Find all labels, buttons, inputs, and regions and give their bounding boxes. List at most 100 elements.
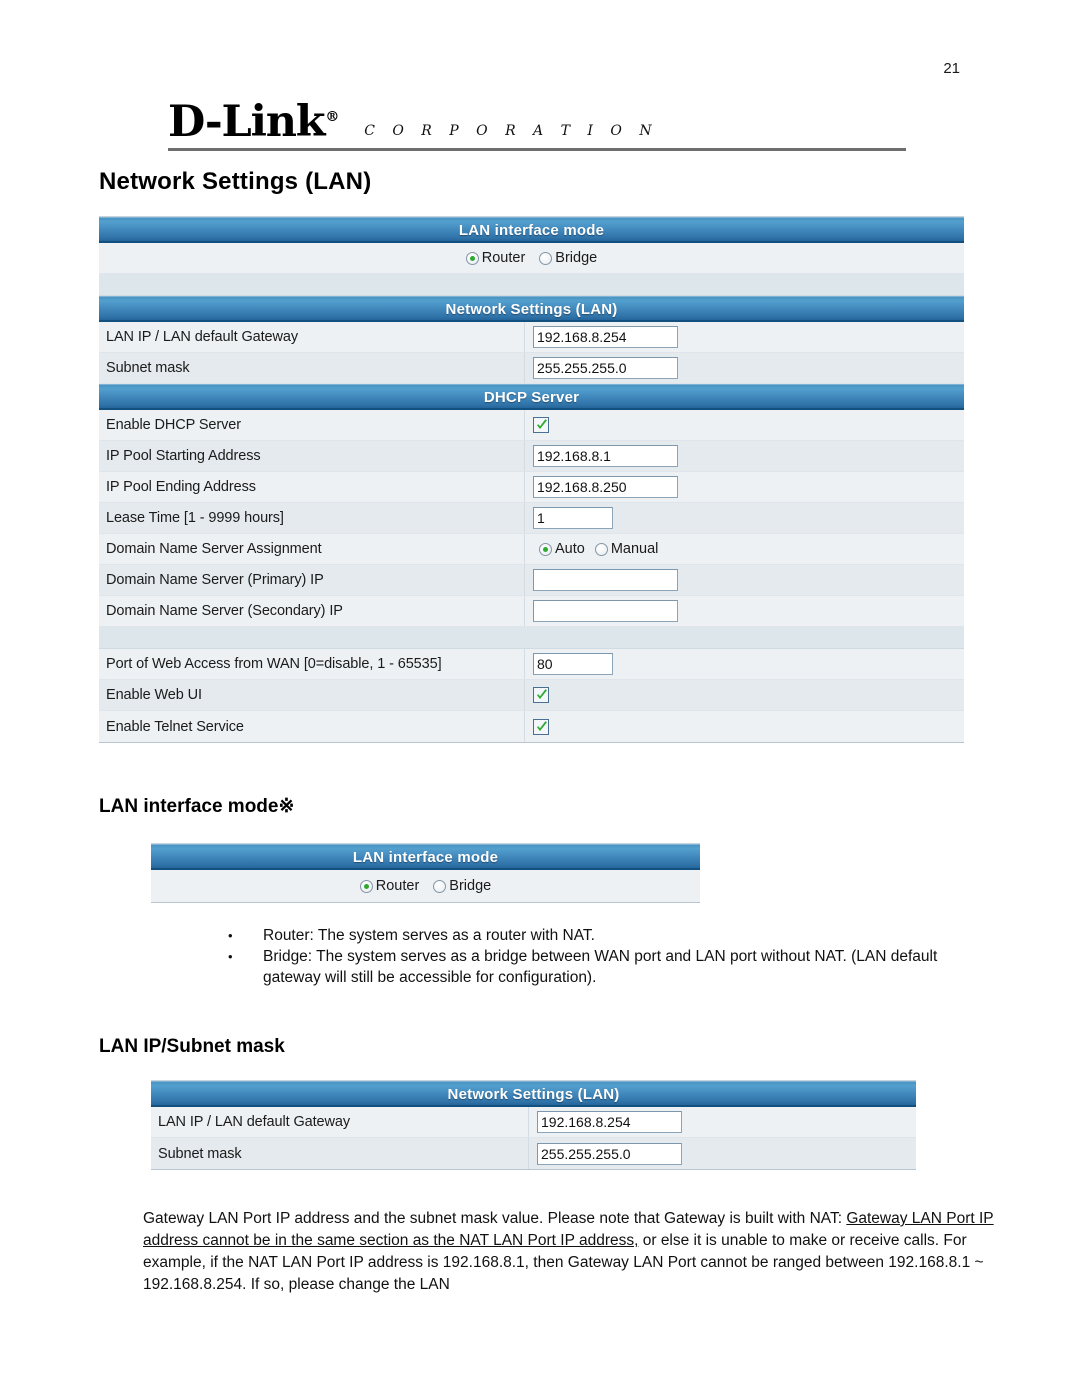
lan-interface-mode-bar-2: LAN interface mode [151,844,700,870]
checkmark-icon [537,689,547,699]
enable-telnet-cell [524,711,964,742]
enable-dhcp-server-cell [524,410,964,440]
page-number: 21 [943,60,960,77]
section-heading-lan-ip-subnet: LAN IP/Subnet mask [99,1036,285,1057]
radio-router-icon[interactable] [465,251,479,265]
enable-telnet-checkbox[interactable] [533,718,549,735]
lan-interface-mode-row: Router Bridge [99,243,964,274]
header-divider [168,148,906,151]
dns-secondary-cell [524,596,964,626]
radio-router-label: Router [481,250,526,266]
ip-pool-end-cell: 192.168.8.250 [524,472,964,502]
dns-secondary-input[interactable] [533,600,678,622]
radio-bridge-label-2: Bridge [449,878,492,894]
radio-router-icon[interactable] [359,879,373,893]
subnet-mask-cell-2: 255.255.255.0 [528,1138,916,1169]
section-heading-lan-interface-mode: LAN interface mode※ [99,796,295,817]
dlink-logo: D-Link® [168,97,339,147]
lan-ip-input[interactable]: 192.168.8.254 [533,326,678,348]
lease-time-cell: 1 [524,503,964,533]
ip-pool-start-label: IP Pool Starting Address [106,448,261,464]
subnet-mask-input-2[interactable]: 255.255.255.0 [537,1142,682,1165]
section-spacer [99,627,964,649]
network-settings-lan-bar-2: Network Settings (LAN) [151,1081,916,1107]
bullet-text-router: Router: The system serves as a router wi… [263,927,595,944]
table-row: Domain Name Server (Primary) IP [99,565,964,596]
lan-ip-cell: 192.168.8.254 [524,322,964,352]
lan-interface-mode-bullet-list: • Router: The system serves as a router … [228,925,988,988]
enable-web-ui-cell [524,680,964,710]
radio-option-bridge[interactable]: Bridge [539,250,597,266]
main-config-panel: LAN interface mode Router Bridge Network… [99,216,964,743]
lan-ip-cell-2: 192.168.8.254 [528,1107,916,1137]
enable-dhcp-server-checkbox[interactable] [533,417,549,433]
web-access-port-label: Port of Web Access from WAN [0=disable, … [106,656,442,672]
table-row: Domain Name Server Assignment Auto Manua… [99,534,964,565]
bullet-text-bridge: Bridge: The system serves as a bridge be… [263,948,938,986]
subnet-mask-label-2: Subnet mask [158,1145,242,1162]
radio-option-bridge-2[interactable]: Bridge [433,878,491,894]
table-row: LAN IP / LAN default Gateway 192.168.8.2… [99,322,964,353]
lan-ip-subnet-panel: Network Settings (LAN) LAN IP / LAN defa… [151,1080,916,1170]
lease-time-label: Lease Time [1 - 9999 hours] [106,510,284,526]
radio-router-label-2: Router [375,878,420,894]
dns-assignment-radio-group[interactable]: Auto Manual [539,541,658,557]
subnet-mask-label: Subnet mask [106,360,190,376]
lan-ip-input-2[interactable]: 192.168.8.254 [537,1111,682,1133]
radio-bridge-icon[interactable] [433,879,447,893]
ip-pool-start-input[interactable]: 192.168.8.1 [533,445,678,467]
radio-option-manual[interactable]: Manual [594,541,659,557]
table-row: Enable Telnet Service [99,711,964,742]
dns-assignment-cell: Auto Manual [524,534,964,564]
table-row: Subnet mask 255.255.255.0 [151,1138,916,1169]
section-spacer [99,274,964,296]
subnet-mask-cell: 255.255.255.0 [524,353,964,383]
list-item: • Bridge: The system serves as a bridge … [228,946,988,988]
subnet-mask-input[interactable]: 255.255.255.0 [533,357,678,379]
lan-ip-subnet-description: Gateway LAN Port IP address and the subn… [143,1208,1003,1296]
lan-ip-label: LAN IP / LAN default Gateway [106,329,298,345]
radio-manual-label: Manual [610,541,659,557]
radio-option-auto[interactable]: Auto [539,541,585,557]
dns-assignment-label: Domain Name Server Assignment [106,541,322,557]
radio-bridge-icon[interactable] [539,251,553,265]
page-title: Network Settings (LAN) [99,168,372,195]
table-row: Enable Web UI [99,680,964,711]
ip-pool-end-label: IP Pool Ending Address [106,479,256,495]
dns-primary-label: Domain Name Server (Primary) IP [106,572,324,588]
dns-primary-input[interactable] [533,569,678,591]
lan-interface-mode-bar: LAN interface mode [99,217,964,243]
dhcp-server-bar: DHCP Server [99,384,964,410]
ip-pool-start-cell: 192.168.8.1 [524,441,964,471]
table-row: Domain Name Server (Secondary) IP [99,596,964,627]
radio-auto-icon[interactable] [539,542,552,556]
radio-auto-label: Auto [555,541,585,557]
web-access-port-cell: 80 [524,649,964,679]
bullet-marker-icon: • [228,928,233,943]
lan-interface-mode-panel: LAN interface mode Router Bridge [151,843,700,903]
dlink-logo-text: D-Link [168,97,326,147]
table-row: Subnet mask 255.255.255.0 [99,353,964,384]
lease-time-input[interactable]: 1 [533,507,613,529]
ip-pool-end-input[interactable]: 192.168.8.250 [533,476,678,498]
enable-web-ui-checkbox[interactable] [533,687,549,703]
radio-manual-icon[interactable] [594,542,608,556]
table-row: IP Pool Starting Address 192.168.8.1 [99,441,964,472]
checkmark-icon [537,720,547,731]
list-item: • Router: The system serves as a router … [228,925,988,946]
description-line-1: Gateway LAN Port IP address and the subn… [143,1210,843,1227]
brand-header: D-Link® C O R P O R A T I O N [168,92,908,144]
lan-interface-mode-radio-group[interactable]: Router Bridge [465,250,597,266]
lan-interface-mode-radio-group-2[interactable]: Router Bridge [359,878,491,894]
radio-option-router[interactable]: Router [465,250,526,266]
registered-trademark-icon: ® [325,108,339,125]
enable-telnet-label: Enable Telnet Service [106,718,244,735]
web-access-port-input[interactable]: 80 [533,653,613,675]
enable-dhcp-server-label: Enable DHCP Server [106,417,241,433]
table-row: LAN IP / LAN default Gateway 192.168.8.2… [151,1107,916,1138]
radio-option-router-2[interactable]: Router [359,878,420,894]
corporation-wordmark: C O R P O R A T I O N [364,123,659,139]
dns-secondary-label: Domain Name Server (Secondary) IP [106,603,343,619]
table-row: IP Pool Ending Address 192.168.8.250 [99,472,964,503]
checkmark-icon [537,419,547,429]
